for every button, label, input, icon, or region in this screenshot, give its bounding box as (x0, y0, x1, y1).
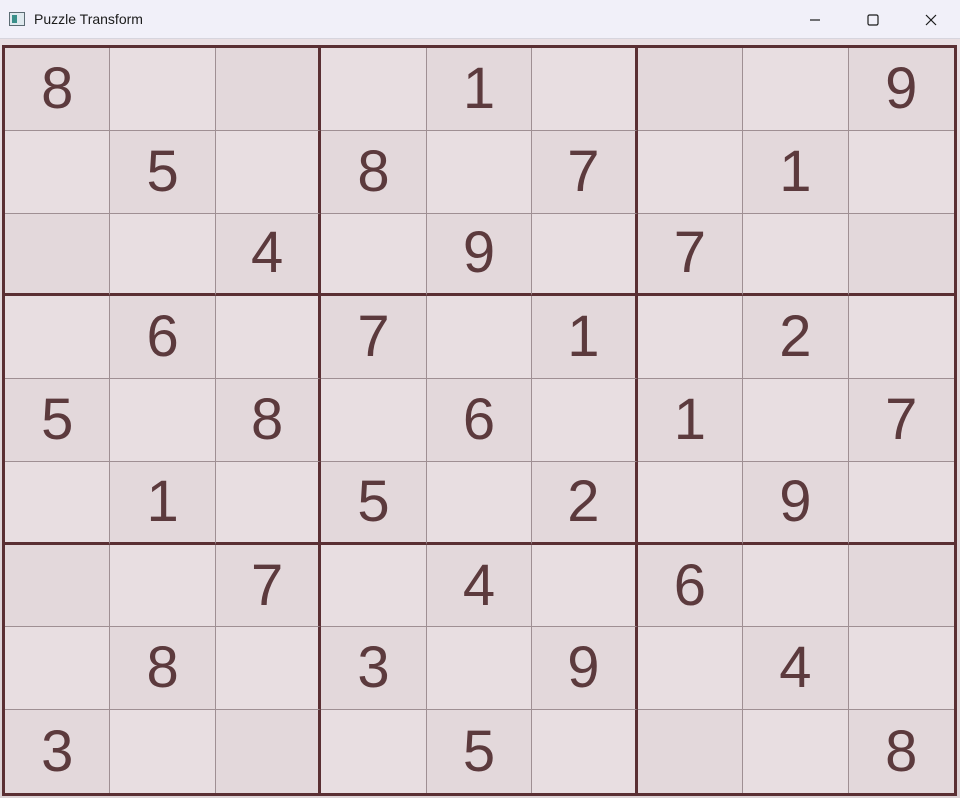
sudoku-cell (321, 213, 427, 297)
sudoku-cell: 7 (637, 213, 744, 297)
sudoku-cell (848, 130, 954, 214)
sudoku-cell: 4 (215, 213, 322, 297)
sudoku-cell (5, 296, 111, 380)
sudoku-cell (743, 213, 849, 297)
sudoku-cell: 5 (321, 461, 427, 545)
sudoku-cell (5, 544, 111, 628)
sudoku-cell: 4 (426, 544, 533, 628)
sudoku-cell (848, 544, 954, 628)
minimize-icon (810, 18, 820, 21)
sudoku-cell: 9 (426, 213, 533, 297)
app-window-icon (9, 12, 25, 26)
sudoku-cell: 2 (743, 296, 849, 380)
sudoku-cell (110, 544, 216, 628)
sudoku-cell: 1 (743, 130, 849, 214)
sudoku-cell: 2 (532, 461, 638, 545)
sudoku-cell (532, 544, 638, 628)
sudoku-cell (743, 544, 849, 628)
sudoku-cell (637, 461, 744, 545)
sudoku-cell (426, 461, 533, 545)
sudoku-cell (321, 710, 427, 793)
sudoku-cell (848, 627, 954, 711)
sudoku-cell (110, 213, 216, 297)
sudoku-cell (426, 296, 533, 380)
sudoku-cell: 7 (532, 130, 638, 214)
sudoku-cell: 5 (110, 130, 216, 214)
sudoku-cell: 4 (743, 627, 849, 711)
sudoku-cell: 8 (848, 710, 954, 793)
sudoku-cell: 9 (532, 627, 638, 711)
sudoku-cell: 1 (426, 48, 533, 131)
app-window: Puzzle Transform 8195871497671258617152 (0, 0, 960, 798)
sudoku-cell (532, 48, 638, 131)
sudoku-cell: 6 (110, 296, 216, 380)
sudoku-cell (110, 710, 216, 793)
sudoku-cell: 7 (215, 544, 322, 628)
minimize-button[interactable] (786, 0, 844, 39)
sudoku-cell (110, 379, 216, 462)
sudoku-cell (426, 130, 533, 214)
sudoku-cell (637, 710, 744, 793)
sudoku-cell (637, 130, 744, 214)
sudoku-cell (743, 710, 849, 793)
sudoku-cell: 5 (5, 379, 111, 462)
sudoku-cell (215, 130, 322, 214)
sudoku-cell (532, 213, 638, 297)
sudoku-cell (321, 48, 427, 131)
sudoku-cell (110, 48, 216, 131)
sudoku-cell: 9 (848, 48, 954, 131)
sudoku-cell: 5 (426, 710, 533, 793)
sudoku-cell (848, 461, 954, 545)
sudoku-cell: 8 (110, 627, 216, 711)
title-bar[interactable]: Puzzle Transform (0, 0, 960, 39)
close-button[interactable] (902, 0, 960, 39)
sudoku-cell: 6 (637, 544, 744, 628)
sudoku-cell: 6 (426, 379, 533, 462)
sudoku-cell: 7 (321, 296, 427, 380)
sudoku-cell: 3 (5, 710, 111, 793)
window-controls (786, 0, 960, 39)
sudoku-cell (637, 296, 744, 380)
sudoku-cell: 1 (110, 461, 216, 545)
sudoku-cell (637, 627, 744, 711)
sudoku-grid: 819587149767125861715297468394358 (2, 45, 957, 796)
sudoku-cell: 3 (321, 627, 427, 711)
sudoku-cell: 7 (848, 379, 954, 462)
maximize-icon (867, 13, 879, 26)
sudoku-cell (848, 213, 954, 297)
sudoku-cell (5, 213, 111, 297)
sudoku-cell: 1 (532, 296, 638, 380)
sudoku-cell (215, 461, 322, 545)
sudoku-cell: 1 (637, 379, 744, 462)
maximize-button[interactable] (844, 0, 902, 39)
sudoku-cell: 8 (321, 130, 427, 214)
sudoku-cell (532, 710, 638, 793)
sudoku-cell (215, 710, 322, 793)
window-title: Puzzle Transform (34, 11, 143, 27)
sudoku-cell (743, 48, 849, 131)
sudoku-cell (215, 296, 322, 380)
sudoku-cell (5, 130, 111, 214)
sudoku-cell: 9 (743, 461, 849, 545)
sudoku-cell (215, 627, 322, 711)
close-icon (925, 14, 937, 25)
sudoku-cell (5, 627, 111, 711)
sudoku-cell: 8 (5, 48, 111, 131)
sudoku-cell (743, 379, 849, 462)
sudoku-cell (532, 379, 638, 462)
puzzle-image-area: 819587149767125861715297468394358 (0, 39, 960, 798)
sudoku-cell (215, 48, 322, 131)
sudoku-cell (321, 544, 427, 628)
sudoku-cell (848, 296, 954, 380)
sudoku-cell (426, 627, 533, 711)
sudoku-cell (321, 379, 427, 462)
sudoku-cell (5, 461, 111, 545)
sudoku-cell: 8 (215, 379, 322, 462)
sudoku-cell (637, 48, 744, 131)
